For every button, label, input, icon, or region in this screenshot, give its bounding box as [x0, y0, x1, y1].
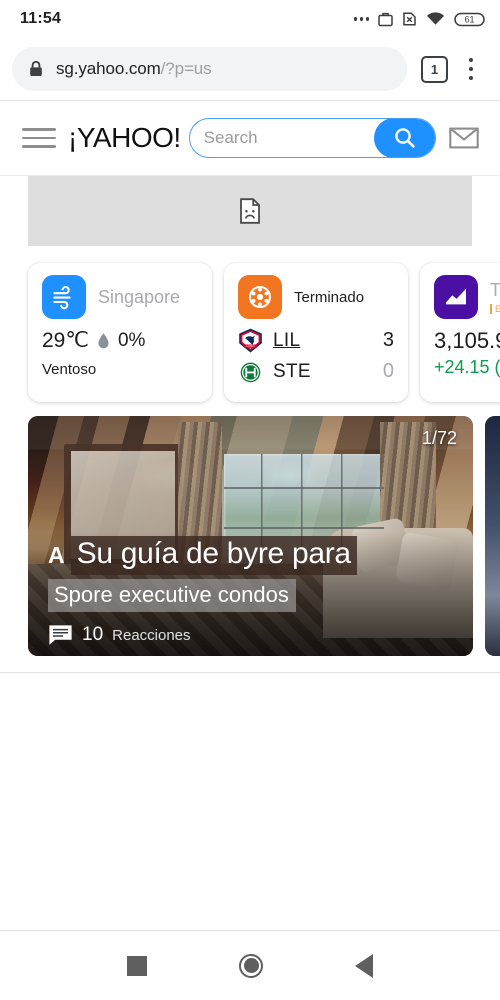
wind-icon [42, 275, 86, 319]
home-circle-icon[interactable] [239, 953, 263, 978]
url-host: sg.yahoo.com [56, 59, 161, 78]
work-profile-icon [378, 12, 393, 27]
reactions-label: Reacciones [112, 626, 191, 644]
mail-button[interactable] [442, 116, 486, 160]
sports-status: Terminado [294, 288, 365, 306]
amp-badge: A [48, 541, 65, 568]
url-path: /?p=us [160, 59, 212, 78]
sports-team-score: 3 [382, 329, 394, 351]
weather-condition: Ventoso [42, 361, 97, 378]
back-triangle-icon[interactable] [355, 953, 373, 978]
url-bar[interactable]: sg.yahoo.com/?p=us [12, 47, 407, 91]
article-title[interactable]: Su guía de byre para [70, 535, 357, 575]
article-subtitle[interactable]: Spore executive condos [48, 579, 296, 612]
reactions-count: 10 [82, 624, 104, 645]
sports-team-abbr: STE [273, 360, 311, 382]
browser-toolbar: sg.yahoo.com/?p=us 1 [0, 38, 500, 100]
weather-precipitation: 0% [117, 329, 146, 351]
article-card-next[interactable] [485, 416, 500, 656]
sports-card-header: Terminado [238, 275, 394, 319]
stocks-meta: Ti En [490, 280, 500, 314]
weather-location: Singapore [98, 286, 181, 307]
url-text: sg.yahoo.com/?p=us [56, 59, 212, 79]
saint-etienne-crest-icon [240, 360, 261, 383]
article-carousel[interactable]: 1/72 A Su guía de byre para Spore execut… [0, 416, 500, 656]
stocks-change: +24.15 ( [434, 357, 500, 377]
no-sim-icon [403, 12, 416, 26]
more-dots-icon [353, 17, 369, 21]
stocks-price: 3,105.9 [434, 328, 500, 353]
weather-card[interactable]: Singapore 29℃ 0% Ventoso [28, 263, 212, 402]
broken-image-icon [240, 198, 260, 224]
article-reactions[interactable]: 10 Reacciones [48, 624, 473, 646]
search-bar[interactable] [188, 118, 436, 158]
status-icon-tray: 61 [353, 11, 486, 28]
article-card[interactable]: 1/72 A Su guía de byre para Spore execut… [28, 416, 473, 656]
article-overlay: A Su guía de byre para Spore executive c… [48, 535, 473, 646]
sports-team-score: 0 [382, 360, 394, 382]
tab-switcher-button[interactable]: 1 [421, 55, 448, 83]
sports-team-abbr: LIL [273, 329, 301, 351]
sports-score-card[interactable]: Terminado LOSC LIL 3 STE 0 [224, 263, 408, 402]
battery-level-text: 61 [464, 14, 474, 24]
wifi-icon [427, 12, 444, 25]
sports-team-row: LOSC LIL 3 [238, 328, 394, 353]
svg-text:LOSC: LOSC [246, 344, 255, 348]
yahoo-logo[interactable]: ¡YAHOO! [68, 122, 181, 154]
hamburger-menu-icon[interactable] [22, 128, 56, 148]
content-divider [0, 672, 500, 673]
article-next-image [485, 416, 500, 656]
sports-team-row: STE 0 [238, 359, 394, 384]
search-input[interactable] [189, 128, 374, 148]
weather-card-header: Singapore [42, 275, 198, 319]
soccer-ball-icon [238, 275, 282, 319]
yahoo-site-header: ¡YAHOO! [0, 101, 500, 176]
web-page-viewport: ¡YAHOO! Search Singapore 29℃ 0% Ventoso … [0, 100, 500, 930]
stocks-subtitle: En [490, 304, 500, 314]
line-chart-icon [434, 275, 478, 319]
carousel-pager: 1/72 [421, 428, 457, 448]
magnifier-icon [395, 128, 415, 148]
stocks-card-header: Ti En [434, 275, 500, 319]
lille-crest-icon: LOSC [239, 328, 262, 353]
info-card-strip[interactable]: Singapore 29℃ 0% Ventoso Terminado LOSC … [0, 246, 500, 416]
status-bar: 11:54 61 [0, 0, 500, 38]
search-submit-button[interactable] [374, 119, 435, 157]
lock-icon [30, 60, 42, 76]
status-clock: 11:54 [20, 10, 62, 27]
envelope-icon [449, 127, 479, 149]
kebab-menu-icon[interactable] [454, 49, 488, 89]
stocks-card[interactable]: Ti En 3,105.9 +24.15 ( [420, 263, 500, 402]
water-drop-icon [98, 332, 109, 348]
weather-temperature: 29℃ [42, 329, 89, 352]
article-title-row: A Su guía de byre para [48, 535, 473, 575]
comment-icon [49, 625, 72, 645]
weather-metrics: 29℃ 0% [42, 328, 198, 353]
recents-square-icon[interactable] [127, 955, 147, 976]
battery-icon: 61 [454, 12, 485, 26]
broken-image-placeholder [28, 176, 472, 246]
stocks-name: Ti [490, 280, 500, 300]
android-navigation-bar [0, 930, 500, 1000]
